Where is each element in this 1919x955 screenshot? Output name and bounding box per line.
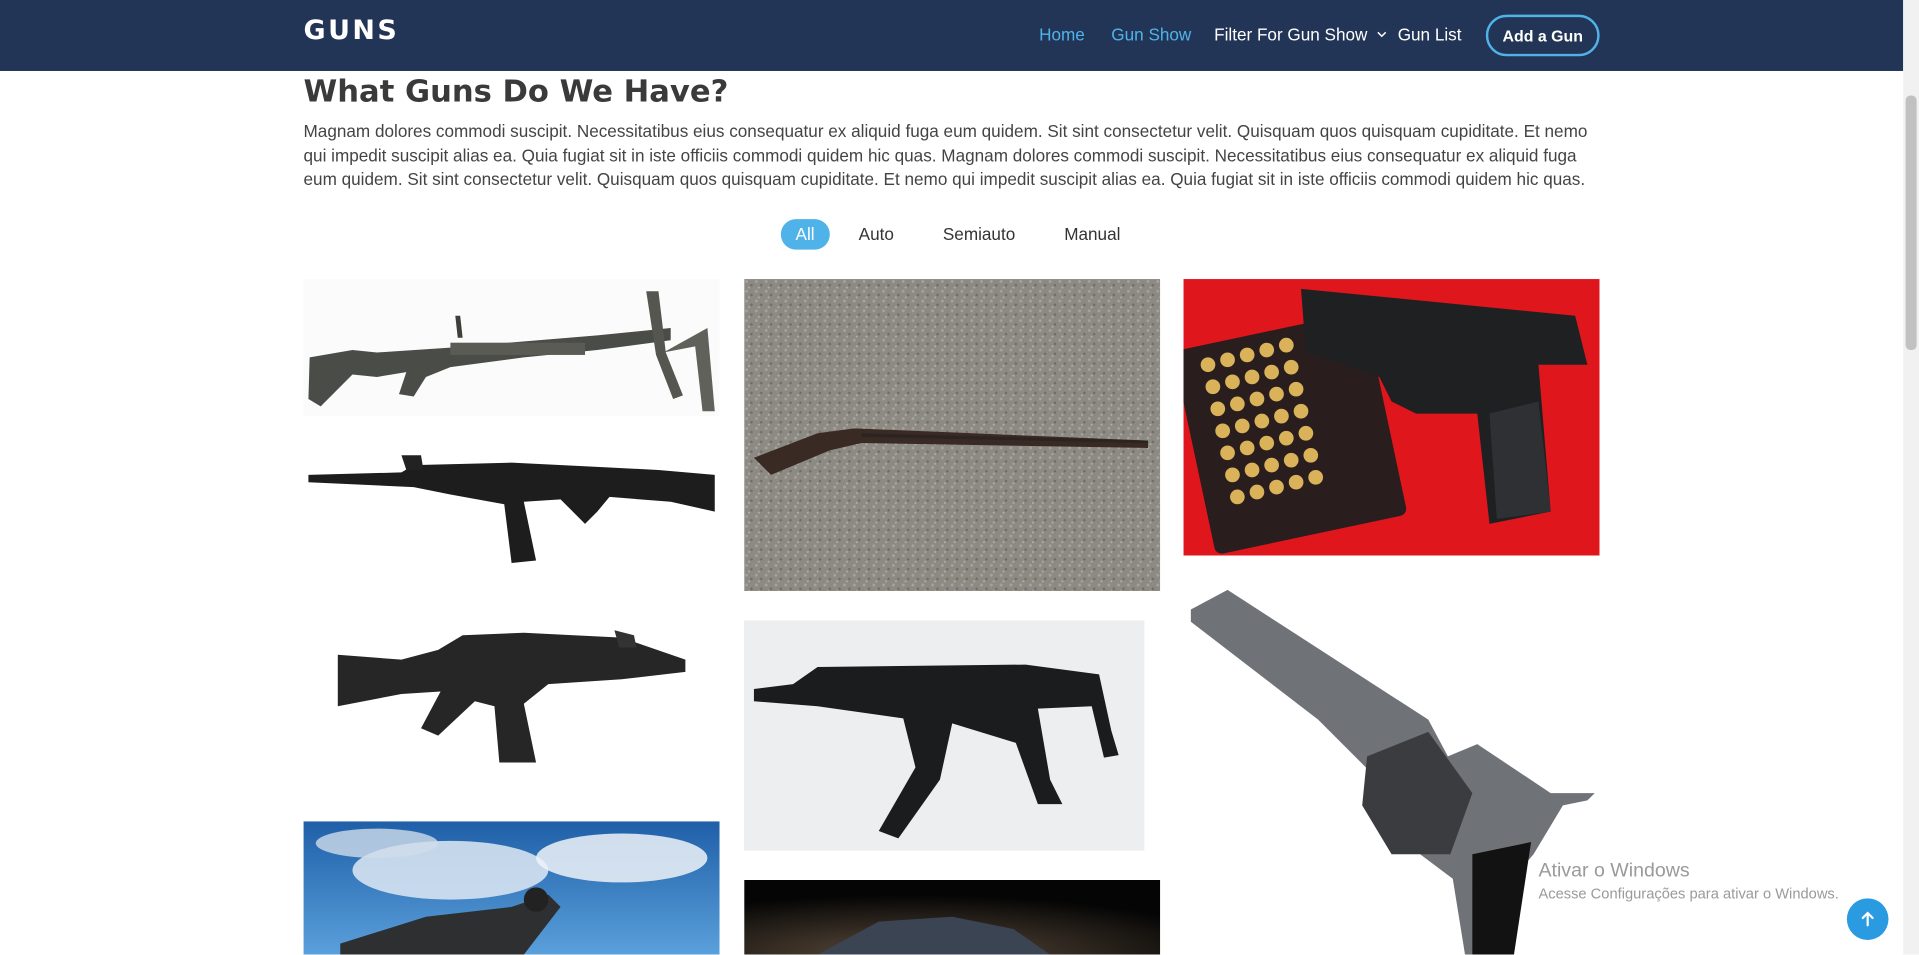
- musket-image[interactable]: [744, 279, 1161, 592]
- submachine-gun-image[interactable]: [744, 620, 1145, 851]
- filter-all[interactable]: All: [780, 218, 830, 250]
- nav-home[interactable]: Home: [1039, 24, 1085, 44]
- page-title: What Guns Do We Have?: [303, 73, 729, 109]
- dark-gun-image[interactable]: [744, 879, 1161, 955]
- intro-paragraph: Magnam dolores commodi suscipit. Necessi…: [303, 121, 1588, 189]
- nav-gun-list[interactable]: Gun List: [1398, 24, 1462, 44]
- pistol-with-ammo-image[interactable]: [1183, 279, 1600, 556]
- filter-manual[interactable]: Manual: [1050, 218, 1136, 249]
- revolver-image[interactable]: [1183, 585, 1600, 955]
- carbine-image[interactable]: [303, 618, 720, 772]
- nav-filter-dropdown[interactable]: Filter For Gun Show: [1214, 24, 1387, 44]
- add-gun-button[interactable]: Add a Gun: [1485, 14, 1600, 57]
- filter-bar: All Auto Semiauto Manual: [780, 218, 1136, 250]
- scrollbar-thumb[interactable]: [1905, 95, 1917, 351]
- back-to-top-button[interactable]: [1846, 898, 1889, 940]
- site-logo[interactable]: GUNS: [304, 16, 400, 47]
- nav-gun-show[interactable]: Gun Show: [1111, 24, 1191, 44]
- windows-activation-subtitle: Acesse Configurações para ativar o Windo…: [1538, 884, 1839, 903]
- chevron-down-icon: [1377, 32, 1387, 38]
- rifle-sky-image[interactable]: [303, 821, 720, 955]
- header: GUNS Home Gun Show Filter For Gun Show G…: [0, 0, 1904, 71]
- machine-gun-image[interactable]: [303, 279, 720, 417]
- nav-filter-label: Filter For Gun Show: [1214, 24, 1368, 45]
- assault-rifle-image[interactable]: [303, 443, 720, 566]
- page: GUNS Home Gun Show Filter For Gun Show G…: [0, 0, 1919, 955]
- windows-activation-title: Ativar o Windows: [1538, 860, 1690, 882]
- filter-auto[interactable]: Auto: [844, 218, 909, 249]
- arrow-up-icon: [1861, 911, 1874, 927]
- filter-semiauto[interactable]: Semiauto: [928, 218, 1030, 249]
